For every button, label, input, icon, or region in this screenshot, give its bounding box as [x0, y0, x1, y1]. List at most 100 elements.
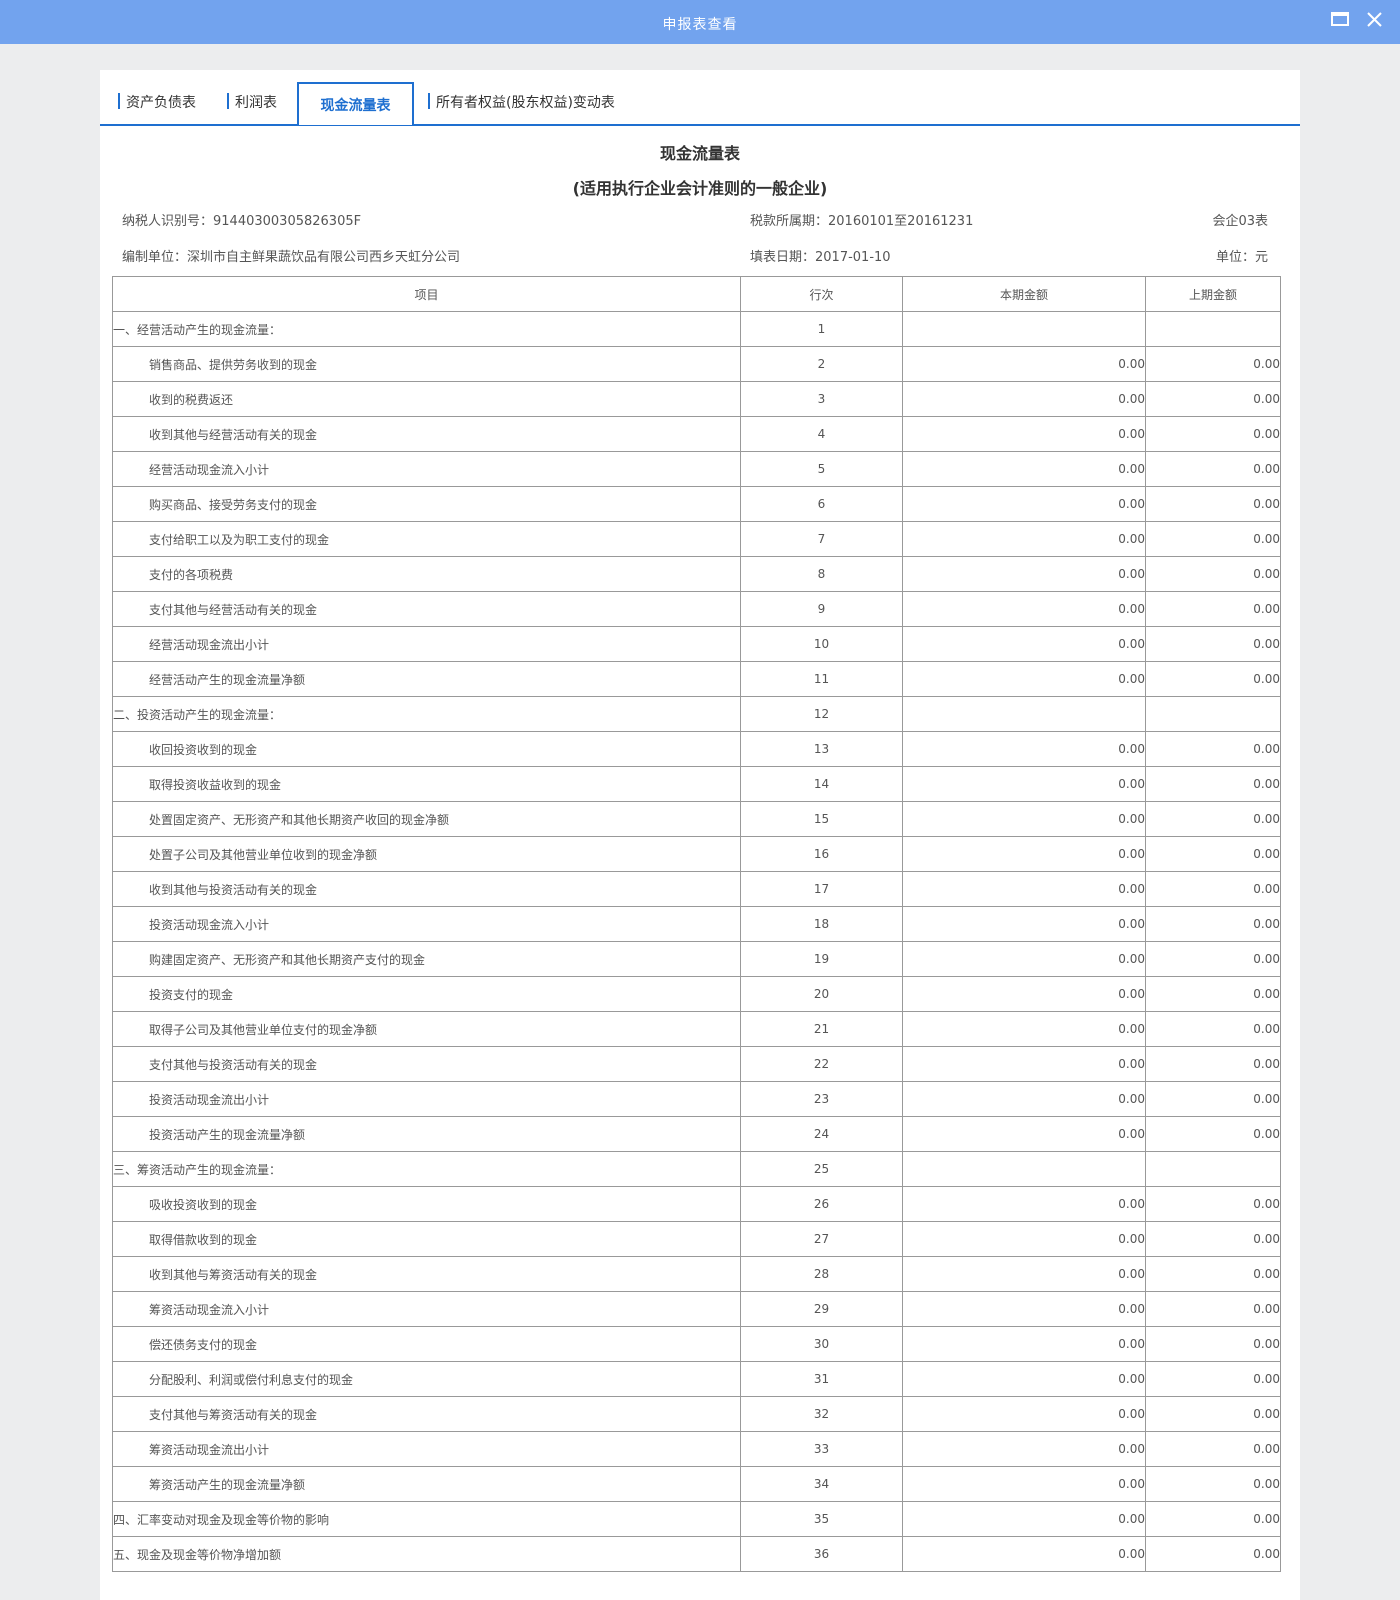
row-previous-amount: 0.00 — [1145, 1256, 1281, 1292]
row-current-amount: 0.00 — [902, 801, 1146, 837]
row-current-amount: 0.00 — [902, 1081, 1146, 1117]
header-previous: 上期金额 — [1145, 276, 1281, 312]
row-line: 33 — [740, 1431, 903, 1467]
row-previous-amount: 0.00 — [1145, 451, 1281, 487]
table-row: 二、投资活动产生的现金流量： 12 — [112, 696, 1281, 732]
row-line: 23 — [740, 1081, 903, 1117]
row-item: 投资活动现金流出小计 — [112, 1081, 741, 1117]
close-button[interactable] — [1362, 8, 1388, 32]
row-item: 购买商品、接受劳务支付的现金 — [112, 486, 741, 522]
row-current-amount: 0.00 — [902, 556, 1146, 592]
row-line: 17 — [740, 871, 903, 907]
row-line: 7 — [740, 521, 903, 557]
report-subtitle: (适用执行企业会计准则的一般企业) — [572, 179, 828, 198]
row-item: 投资活动现金流入小计 — [112, 906, 741, 942]
row-previous-amount: 0.00 — [1145, 1081, 1281, 1117]
table-row: 取得子公司及其他营业单位支付的现金净额 21 0.00 0.00 — [112, 1011, 1281, 1047]
row-previous-amount: 0.00 — [1145, 1431, 1281, 1467]
row-item: 支付的各项税费 — [112, 556, 741, 592]
row-current-amount: 0.00 — [902, 836, 1146, 872]
row-current-amount: 0.00 — [902, 1186, 1146, 1222]
currency-unit: 单位：元 — [1215, 250, 1268, 265]
row-current-amount: 0.00 — [902, 731, 1146, 767]
row-line: 13 — [740, 731, 903, 767]
row-item: 四、汇率变动对现金及现金等价物的影响 — [112, 1501, 741, 1537]
table-row: 投资活动现金流入小计 18 0.00 0.00 — [112, 906, 1281, 942]
table-row: 收到的税费返还 3 0.00 0.00 — [112, 381, 1281, 417]
row-line: 29 — [740, 1291, 903, 1327]
row-line: 32 — [740, 1396, 903, 1432]
row-previous-amount: 0.00 — [1145, 591, 1281, 627]
table-row: 购买商品、接受劳务支付的现金 6 0.00 0.00 — [112, 486, 1281, 522]
row-line: 3 — [740, 381, 903, 417]
table-row: 筹资活动产生的现金流量净额 34 0.00 0.00 — [112, 1466, 1281, 1502]
row-line: 28 — [740, 1256, 903, 1292]
row-line: 5 — [740, 451, 903, 487]
tax-period: 税款所属期：20160101至20161231 — [750, 214, 974, 229]
row-current-amount: 0.00 — [902, 1361, 1146, 1397]
table-row: 五、现金及现金等价物净增加额 36 0.00 0.00 — [112, 1536, 1281, 1572]
maximize-button[interactable] — [1328, 8, 1354, 32]
row-previous-amount: 0.00 — [1145, 871, 1281, 907]
row-item: 经营活动产生的现金流量净额 — [112, 661, 741, 697]
row-line: 4 — [740, 416, 903, 452]
row-item: 取得投资收益收到的现金 — [112, 766, 741, 802]
row-line: 21 — [740, 1011, 903, 1047]
cash-flow-table: 项目 行次 本期金额 上期金额 一、经营活动产生的现金流量： 1 销售商品、提供劳务… — [112, 276, 1281, 1572]
row-current-amount: 0.00 — [902, 1116, 1146, 1152]
tab-divider — [227, 93, 229, 109]
row-previous-amount: 0.00 — [1145, 1046, 1281, 1082]
row-item: 支付其他与经营活动有关的现金 — [112, 591, 741, 627]
table-row: 投资活动产生的现金流量净额 24 0.00 0.00 — [112, 1116, 1281, 1152]
row-item: 五、现金及现金等价物净增加额 — [112, 1536, 741, 1572]
row-current-amount: 0.00 — [902, 1221, 1146, 1257]
row-current-amount: 0.00 — [902, 871, 1146, 907]
tab-divider — [118, 93, 120, 109]
row-current-amount: 0.00 — [902, 1011, 1146, 1047]
tab-cash-flow[interactable]: 现金流量表 — [297, 82, 414, 125]
row-previous-amount: 0.00 — [1145, 1536, 1281, 1572]
row-previous-amount: 0.00 — [1145, 906, 1281, 942]
table-row: 处置子公司及其他营业单位收到的现金净额 16 0.00 0.00 — [112, 836, 1281, 872]
row-line: 6 — [740, 486, 903, 522]
row-previous-amount: 0.00 — [1145, 661, 1281, 697]
row-previous-amount: 0.00 — [1145, 801, 1281, 837]
row-item: 偿还债务支付的现金 — [112, 1326, 741, 1362]
row-item: 筹资活动现金流出小计 — [112, 1431, 741, 1467]
form-code: 会企03表 — [1212, 214, 1268, 229]
row-current-amount: 0.00 — [902, 486, 1146, 522]
row-current-amount: 0.00 — [902, 416, 1146, 452]
table-row: 投资支付的现金 20 0.00 0.00 — [112, 976, 1281, 1012]
table-row: 取得投资收益收到的现金 14 0.00 0.00 — [112, 766, 1281, 802]
tab-income-statement[interactable]: 利润表 — [227, 82, 277, 124]
row-current-amount: 0.00 — [902, 976, 1146, 1012]
row-current-amount — [902, 311, 1146, 347]
row-item: 收到其他与经营活动有关的现金 — [112, 416, 741, 452]
row-line: 14 — [740, 766, 903, 802]
table-row: 支付其他与投资活动有关的现金 22 0.00 0.00 — [112, 1046, 1281, 1082]
row-item: 支付给职工以及为职工支付的现金 — [112, 521, 741, 557]
row-current-amount: 0.00 — [902, 1326, 1146, 1362]
table-row: 支付的各项税费 8 0.00 0.00 — [112, 556, 1281, 592]
row-item: 投资支付的现金 — [112, 976, 741, 1012]
row-current-amount: 0.00 — [902, 1536, 1146, 1572]
tab-equity-changes[interactable]: 所有者权益(股东权益)变动表 — [428, 82, 615, 124]
row-line: 24 — [740, 1116, 903, 1152]
row-current-amount: 0.00 — [902, 1291, 1146, 1327]
row-line: 15 — [740, 801, 903, 837]
row-line: 25 — [740, 1151, 903, 1187]
maximize-icon — [1331, 12, 1349, 26]
row-current-amount: 0.00 — [902, 381, 1146, 417]
row-line: 9 — [740, 591, 903, 627]
row-line: 36 — [740, 1536, 903, 1572]
table-row: 经营活动现金流出小计 10 0.00 0.00 — [112, 626, 1281, 662]
row-previous-amount — [1145, 696, 1281, 732]
window-titlebar: 申报表查看 — [0, 0, 1400, 44]
header-item: 项目 — [112, 276, 741, 312]
row-previous-amount — [1145, 311, 1281, 347]
tab-balance-sheet[interactable]: 资产负债表 — [118, 82, 196, 124]
row-current-amount: 0.00 — [902, 1046, 1146, 1082]
row-item: 支付其他与投资活动有关的现金 — [112, 1046, 741, 1082]
row-item: 取得借款收到的现金 — [112, 1221, 741, 1257]
table-row: 一、经营活动产生的现金流量： 1 — [112, 311, 1281, 347]
